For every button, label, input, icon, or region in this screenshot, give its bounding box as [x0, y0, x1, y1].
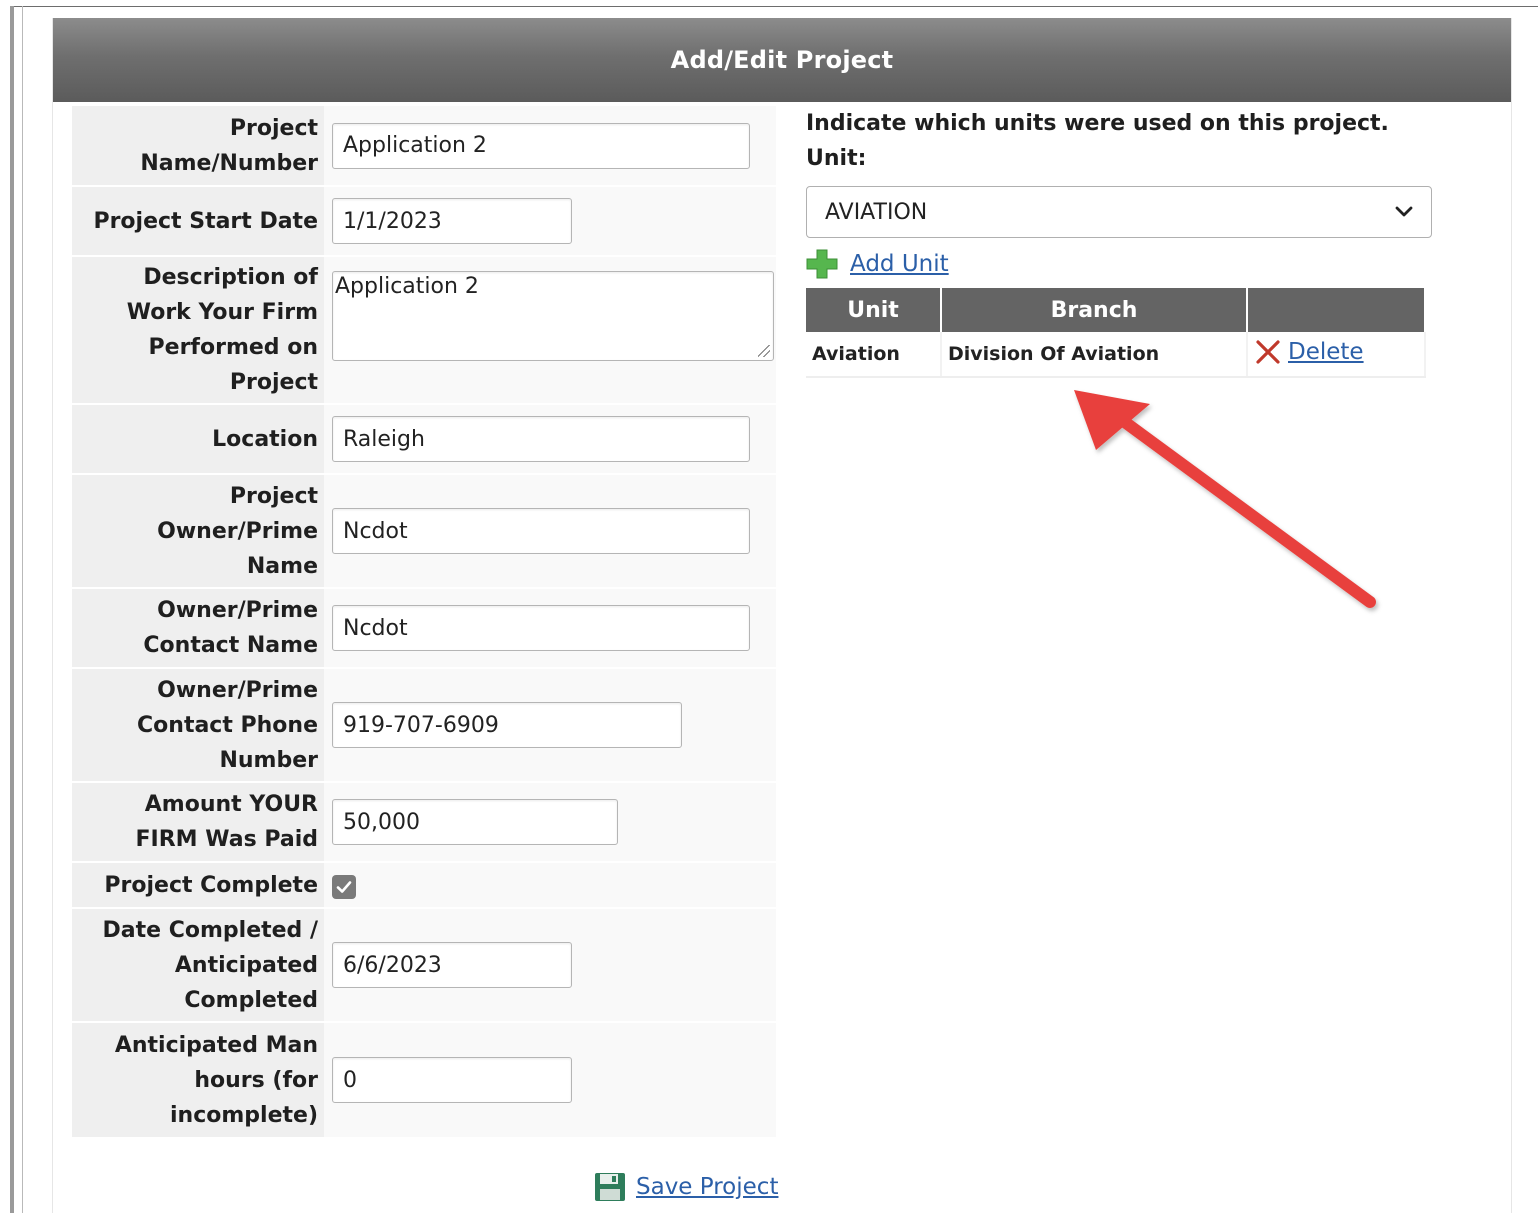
- checkmark-icon: [336, 881, 352, 893]
- delete-button[interactable]: Delete: [1247, 332, 1426, 378]
- man-hours-input[interactable]: 0: [332, 1057, 572, 1103]
- start-date-input[interactable]: 1/1/2023: [332, 198, 572, 244]
- plus-icon: [806, 249, 838, 279]
- branch-column-header: Branch: [941, 288, 1248, 332]
- contact-phone-label: Owner/Prime Contact Phone Number: [72, 668, 324, 783]
- units-section: Indicate which units were used on this p…: [806, 106, 1446, 378]
- amount-paid-input[interactable]: 50,000: [332, 799, 618, 845]
- description-textarea[interactable]: Application 2: [332, 271, 774, 361]
- contact-name-label: Owner/Prime Contact Name: [72, 588, 324, 669]
- project-complete-label: Project Complete: [72, 862, 324, 909]
- unit-label: Unit:: [806, 146, 867, 171]
- man-hours-label: Anticipated Man hours (for incomplete): [72, 1022, 324, 1139]
- description-text: Application 2: [335, 274, 479, 299]
- date-completed-input[interactable]: 6/6/2023: [332, 942, 572, 988]
- panel-header: Add/Edit Project: [53, 18, 1511, 102]
- location-label: Location: [72, 404, 324, 475]
- owner-name-input[interactable]: Ncdot: [332, 508, 750, 554]
- table-row: Aviation Division Of Aviation Delete: [806, 332, 1426, 378]
- add-unit-button[interactable]: Add Unit: [806, 246, 1446, 282]
- save-project-button[interactable]: Save Project: [594, 1172, 778, 1202]
- contact-phone-input[interactable]: 919-707-6909: [332, 702, 682, 748]
- delete-link[interactable]: Delete: [1288, 339, 1364, 365]
- unit-column-header: Unit: [806, 288, 942, 332]
- window-top-border: [10, 6, 1538, 7]
- unit-select-value: AVIATION: [825, 199, 928, 225]
- units-table: Unit Branch Aviation Division Of Aviatio…: [806, 288, 1426, 378]
- save-project-link[interactable]: Save Project: [636, 1174, 778, 1200]
- units-instruction: Indicate which units were used on this p…: [806, 111, 1389, 136]
- annotation-arrow: [1074, 390, 1376, 608]
- resize-grip-icon[interactable]: [758, 345, 770, 357]
- chevron-down-icon: [1395, 206, 1413, 217]
- description-label: Description of Work Your Firm Performed …: [72, 256, 324, 405]
- project-complete-checkbox[interactable]: [332, 875, 356, 899]
- location-input[interactable]: Raleigh: [332, 416, 750, 462]
- project-name-label: Project Name/Number: [72, 106, 324, 187]
- date-completed-label: Date Completed / Anticipated Completed: [72, 908, 324, 1023]
- action-column-header: [1247, 288, 1426, 332]
- owner-name-label: Project Owner/Prime Name: [72, 474, 324, 589]
- start-date-label: Project Start Date: [72, 186, 324, 257]
- branch-cell: Division Of Aviation: [941, 332, 1248, 378]
- close-icon: [1256, 339, 1280, 364]
- project-form: Project Name/Number Application 2 Project…: [72, 106, 776, 1139]
- add-unit-link[interactable]: Add Unit: [850, 251, 949, 277]
- unit-select[interactable]: AVIATION: [806, 186, 1432, 238]
- contact-name-input[interactable]: Ncdot: [332, 605, 750, 651]
- project-name-input[interactable]: Application 2: [332, 122, 750, 169]
- window-left-edge: [22, 6, 23, 1213]
- amount-paid-label: Amount YOUR FIRM Was Paid: [72, 782, 324, 863]
- window-left-border: [10, 6, 14, 1213]
- panel-title: Add/Edit Project: [670, 46, 894, 74]
- unit-cell: Aviation: [806, 332, 942, 378]
- save-icon: [595, 1173, 625, 1201]
